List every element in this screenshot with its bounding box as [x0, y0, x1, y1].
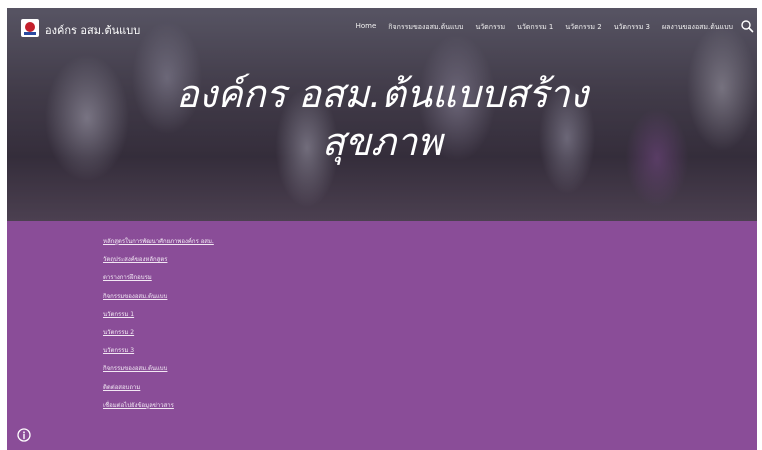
search-icon[interactable] — [740, 19, 754, 33]
hero-title-line-2: สุขภาพ — [321, 120, 443, 164]
site-name[interactable]: องค์กร อสม.ต้นแบบ — [45, 21, 140, 39]
nav-item-innovation-2[interactable]: นวัตกรรม 2 — [565, 22, 601, 33]
link-contact[interactable]: ติดต่อสอบถาม — [103, 383, 214, 393]
nav-item-innovation-1[interactable]: นวัตกรรม 1 — [517, 22, 553, 33]
link-news[interactable]: เชื่อมต่อไปยังข้อมูลข่าวสาร — [103, 401, 214, 411]
link-section: หลักสูตรในการพัฒนาศักยภาพองค์กร อสม. วัต… — [7, 221, 757, 450]
link-activities-2[interactable]: กิจกรรมของอสม.ต้นแบบ — [103, 364, 214, 374]
info-icon[interactable] — [17, 428, 31, 442]
link-innovation-3[interactable]: นวัตกรรม 3 — [103, 346, 214, 356]
nav-item-home[interactable]: Home — [356, 22, 377, 33]
page-frame: องค์กร อสม.ต้นแบบ Home กิจกรรมของอสม.ต้น… — [7, 8, 757, 450]
link-innovation-2[interactable]: นวัตกรรม 2 — [103, 328, 214, 338]
hero-title: องค์กร อสม.ต้นแบบสร้าง สุขภาพ — [7, 70, 757, 166]
hero-title-line-1: องค์กร อสม.ต้นแบบสร้าง — [175, 72, 589, 116]
nav-item-activities[interactable]: กิจกรรมของอสม.ต้นแบบ — [388, 22, 463, 33]
link-schedule[interactable]: ตารางการฝึกอบรม — [103, 273, 214, 283]
nav-item-innovation-3[interactable]: นวัตกรรม 3 — [614, 22, 650, 33]
link-objectives[interactable]: วัตถุประสงค์ของหลักสูตร — [103, 255, 214, 265]
nav-menu: Home กิจกรรมของอสม.ต้นแบบ นวัตกรรม นวัตก… — [356, 22, 733, 33]
nav-item-innovation[interactable]: นวัตกรรม — [475, 22, 505, 33]
top-navigation: องค์กร อสม.ต้นแบบ Home กิจกรรมของอสม.ต้น… — [7, 8, 757, 48]
logo-icon[interactable] — [21, 19, 39, 37]
link-activities[interactable]: กิจกรรมของอสม.ต้นแบบ — [103, 292, 214, 302]
link-course[interactable]: หลักสูตรในการพัฒนาศักยภาพองค์กร อสม. — [103, 237, 214, 247]
nav-item-results[interactable]: ผลงานของอสม.ต้นแบบ — [662, 22, 733, 33]
link-innovation-1[interactable]: นวัตกรรม 1 — [103, 310, 214, 320]
link-list: หลักสูตรในการพัฒนาศักยภาพองค์กร อสม. วัต… — [103, 237, 214, 419]
